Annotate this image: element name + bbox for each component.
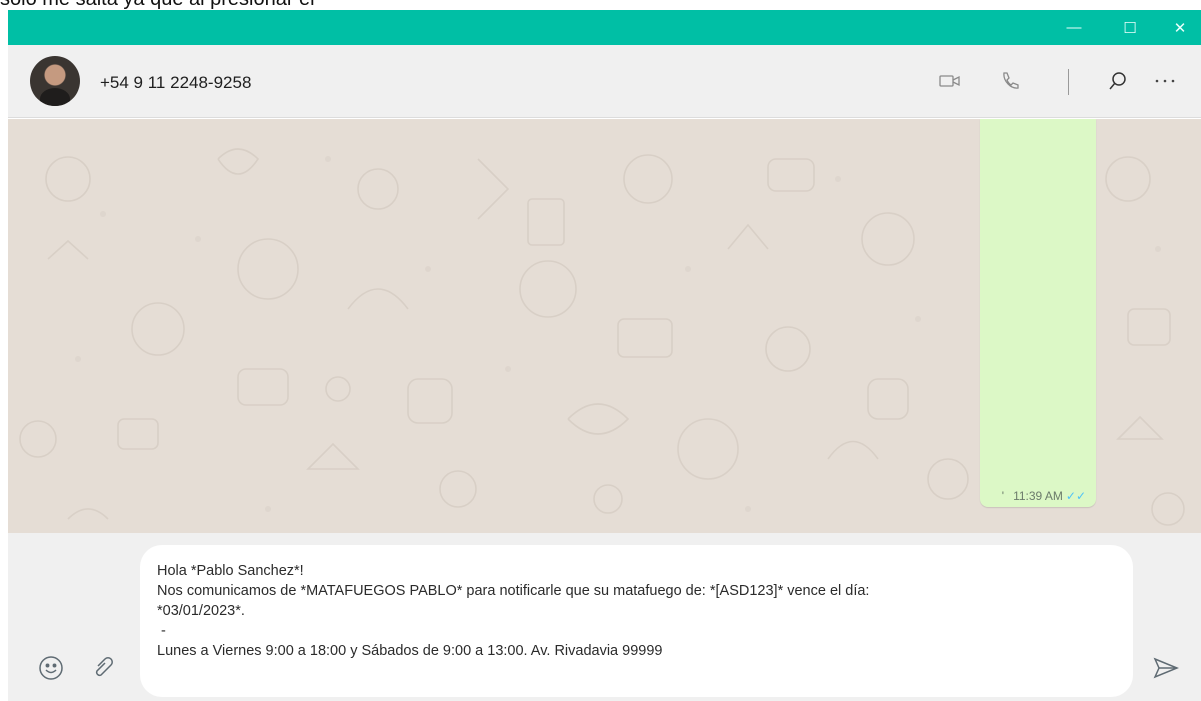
- background-caption-text: solo me salta ya que al presionar el: [0, 0, 315, 10]
- close-button[interactable]: ✕: [1157, 10, 1201, 45]
- whatsapp-window: solo me salta ya que al presionar el — ☐…: [0, 0, 1201, 701]
- emoji-icon[interactable]: [34, 651, 68, 685]
- message-composer: Hola *Pablo Sanchez*! Nos comunicamos de…: [8, 533, 1201, 701]
- search-icon[interactable]: [1104, 67, 1132, 95]
- minimize-button[interactable]: —: [1051, 10, 1097, 45]
- voice-call-icon[interactable]: [996, 67, 1024, 95]
- more-options-icon[interactable]: [1151, 67, 1179, 95]
- message-meta: ' 11:39 AM ✓✓: [1002, 489, 1086, 503]
- message-time: 11:39 AM: [1013, 489, 1063, 503]
- chat-area: ' 11:39 AM ✓✓: [8, 119, 1201, 533]
- background-caption-fragment: solo me salta ya que al presionar el: [0, 0, 1201, 10]
- message-marker: ': [1001, 489, 1005, 503]
- read-receipt-icon: ✓✓: [1065, 489, 1086, 503]
- message-input-line: *03/01/2023*.: [157, 603, 245, 619]
- message-input-line: Nos comunicamos de *MATAFUEGOS PABLO* pa…: [157, 583, 870, 599]
- attach-icon[interactable]: [86, 651, 120, 685]
- title-bar: — ☐ ✕: [8, 10, 1201, 45]
- contact-name[interactable]: +54 9 11 2248-9258: [100, 73, 251, 93]
- send-icon[interactable]: [1149, 651, 1183, 685]
- message-input[interactable]: Hola *Pablo Sanchez*! Nos comunicamos de…: [140, 545, 1133, 697]
- maximize-button[interactable]: ☐: [1107, 10, 1153, 45]
- message-input-line: Hola *Pablo Sanchez*!: [157, 563, 304, 579]
- header-divider: [1068, 69, 1069, 95]
- avatar[interactable]: [30, 56, 80, 106]
- message-input-line: Lunes a Viernes 9:00 a 18:00 y Sábados d…: [157, 643, 663, 659]
- chat-header: +54 9 11 2248-9258: [8, 45, 1201, 118]
- outgoing-message-bubble[interactable]: ' 11:39 AM ✓✓: [980, 119, 1096, 507]
- message-input-line: -: [157, 623, 166, 639]
- video-call-icon[interactable]: [936, 67, 964, 95]
